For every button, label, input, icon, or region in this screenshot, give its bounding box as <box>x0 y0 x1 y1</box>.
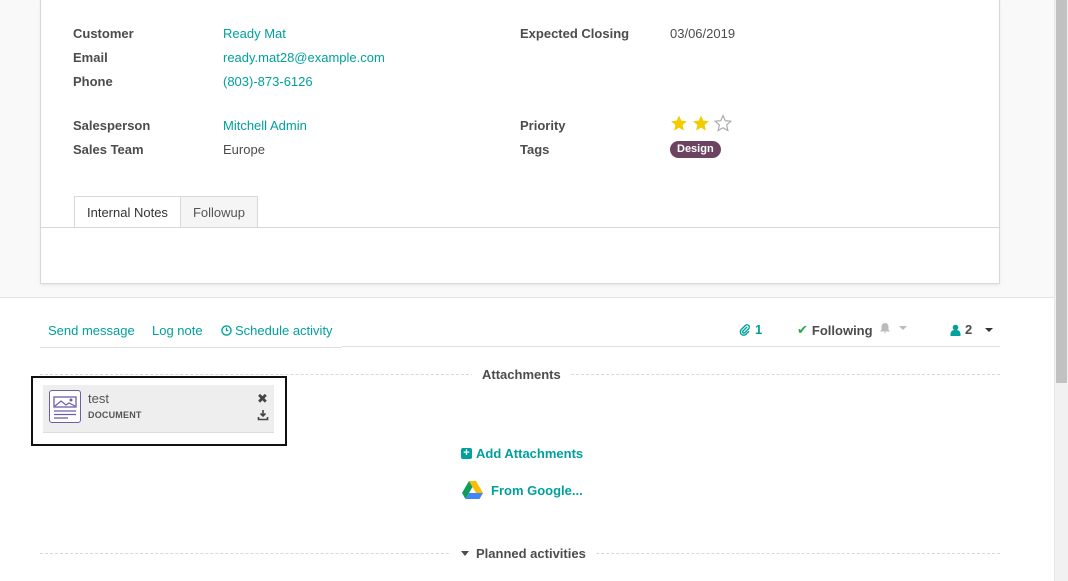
clock-icon <box>221 325 232 336</box>
caret-down-icon <box>461 550 469 556</box>
google-drive-icon <box>462 481 483 499</box>
sales-team-value[interactable]: Europe <box>223 142 265 157</box>
following-label: Following <box>811 322 873 338</box>
tags-label: Tags <box>520 142 550 157</box>
attachment-type: DOCUMENT <box>88 410 142 420</box>
email-label: Email <box>73 50 108 65</box>
delete-icon[interactable]: ✖ <box>257 391 268 407</box>
notebook-tabs: Internal Notes Followup <box>74 196 258 228</box>
add-attachments-label: Add Attachments <box>476 446 584 461</box>
bell-icon <box>880 323 890 334</box>
caret-down-icon <box>985 327 994 332</box>
salesperson-link[interactable]: Mitchell Admin <box>223 118 307 133</box>
plus-square-icon: + <box>461 448 472 459</box>
attachment-name: test <box>88 391 109 406</box>
phone-label: Phone <box>73 74 113 89</box>
send-message-button[interactable]: Send message <box>48 323 135 338</box>
attachment-count: 1 <box>755 322 763 337</box>
email-link[interactable]: ready.mat28@example.com <box>223 50 385 65</box>
tab-followup[interactable]: Followup <box>179 196 258 228</box>
tag-badge[interactable]: Design <box>670 141 721 158</box>
chatter-divider <box>342 346 1000 347</box>
salesperson-label: Salesperson <box>73 118 151 133</box>
schedule-activity-label: Schedule activity <box>235 323 333 338</box>
following-button[interactable]: ✔ Following <box>797 322 873 338</box>
from-google-label: From Google... <box>491 482 583 498</box>
phone-link[interactable]: (803)-873-6126 <box>223 74 313 89</box>
tab-divider <box>41 227 999 228</box>
followers-count: 2 <box>965 322 973 337</box>
form-background: Customer Ready Mat Email ready.mat28@exa… <box>0 0 1054 298</box>
schedule-activity-button[interactable]: Schedule activity <box>221 323 333 338</box>
check-icon: ✔ <box>797 322 808 337</box>
form-sheet: Customer Ready Mat Email ready.mat28@exa… <box>40 0 1000 284</box>
attachment-count-button[interactable]: 1 <box>739 322 762 337</box>
planned-activities-toggle[interactable]: Planned activities <box>450 546 596 561</box>
tab-internal-notes[interactable]: Internal Notes <box>74 196 181 228</box>
notification-dropdown[interactable] <box>879 322 908 334</box>
log-note-button[interactable]: Log note <box>152 323 203 338</box>
star-filled-icon[interactable] <box>670 114 688 132</box>
composer-underline <box>40 347 342 348</box>
from-google-button[interactable]: From Google... <box>462 481 583 499</box>
planned-activities-title: Planned activities <box>476 546 586 561</box>
star-empty-icon[interactable] <box>714 114 732 132</box>
document-icon[interactable] <box>49 390 81 423</box>
scrollbar-thumb[interactable] <box>1056 0 1067 383</box>
followers-dropdown[interactable]: 2 <box>950 322 994 337</box>
priority-widget[interactable] <box>670 114 732 132</box>
attachment-card[interactable]: test DOCUMENT ✖ <box>43 385 274 433</box>
caret-down-icon <box>899 326 907 330</box>
add-attachments-button[interactable]: + Add Attachments <box>461 446 583 461</box>
priority-label: Priority <box>520 118 566 133</box>
expected-closing-value[interactable]: 03/06/2019 <box>670 26 735 41</box>
download-icon[interactable] <box>257 409 269 421</box>
user-icon <box>950 324 961 336</box>
customer-link[interactable]: Ready Mat <box>223 26 286 41</box>
paperclip-icon <box>739 323 750 336</box>
customer-label: Customer <box>73 26 134 41</box>
expected-closing-label: Expected Closing <box>520 26 630 41</box>
star-filled-icon[interactable] <box>692 114 710 132</box>
attachments-title: Attachments <box>472 367 571 382</box>
sales-team-label: Sales Team <box>73 142 144 157</box>
